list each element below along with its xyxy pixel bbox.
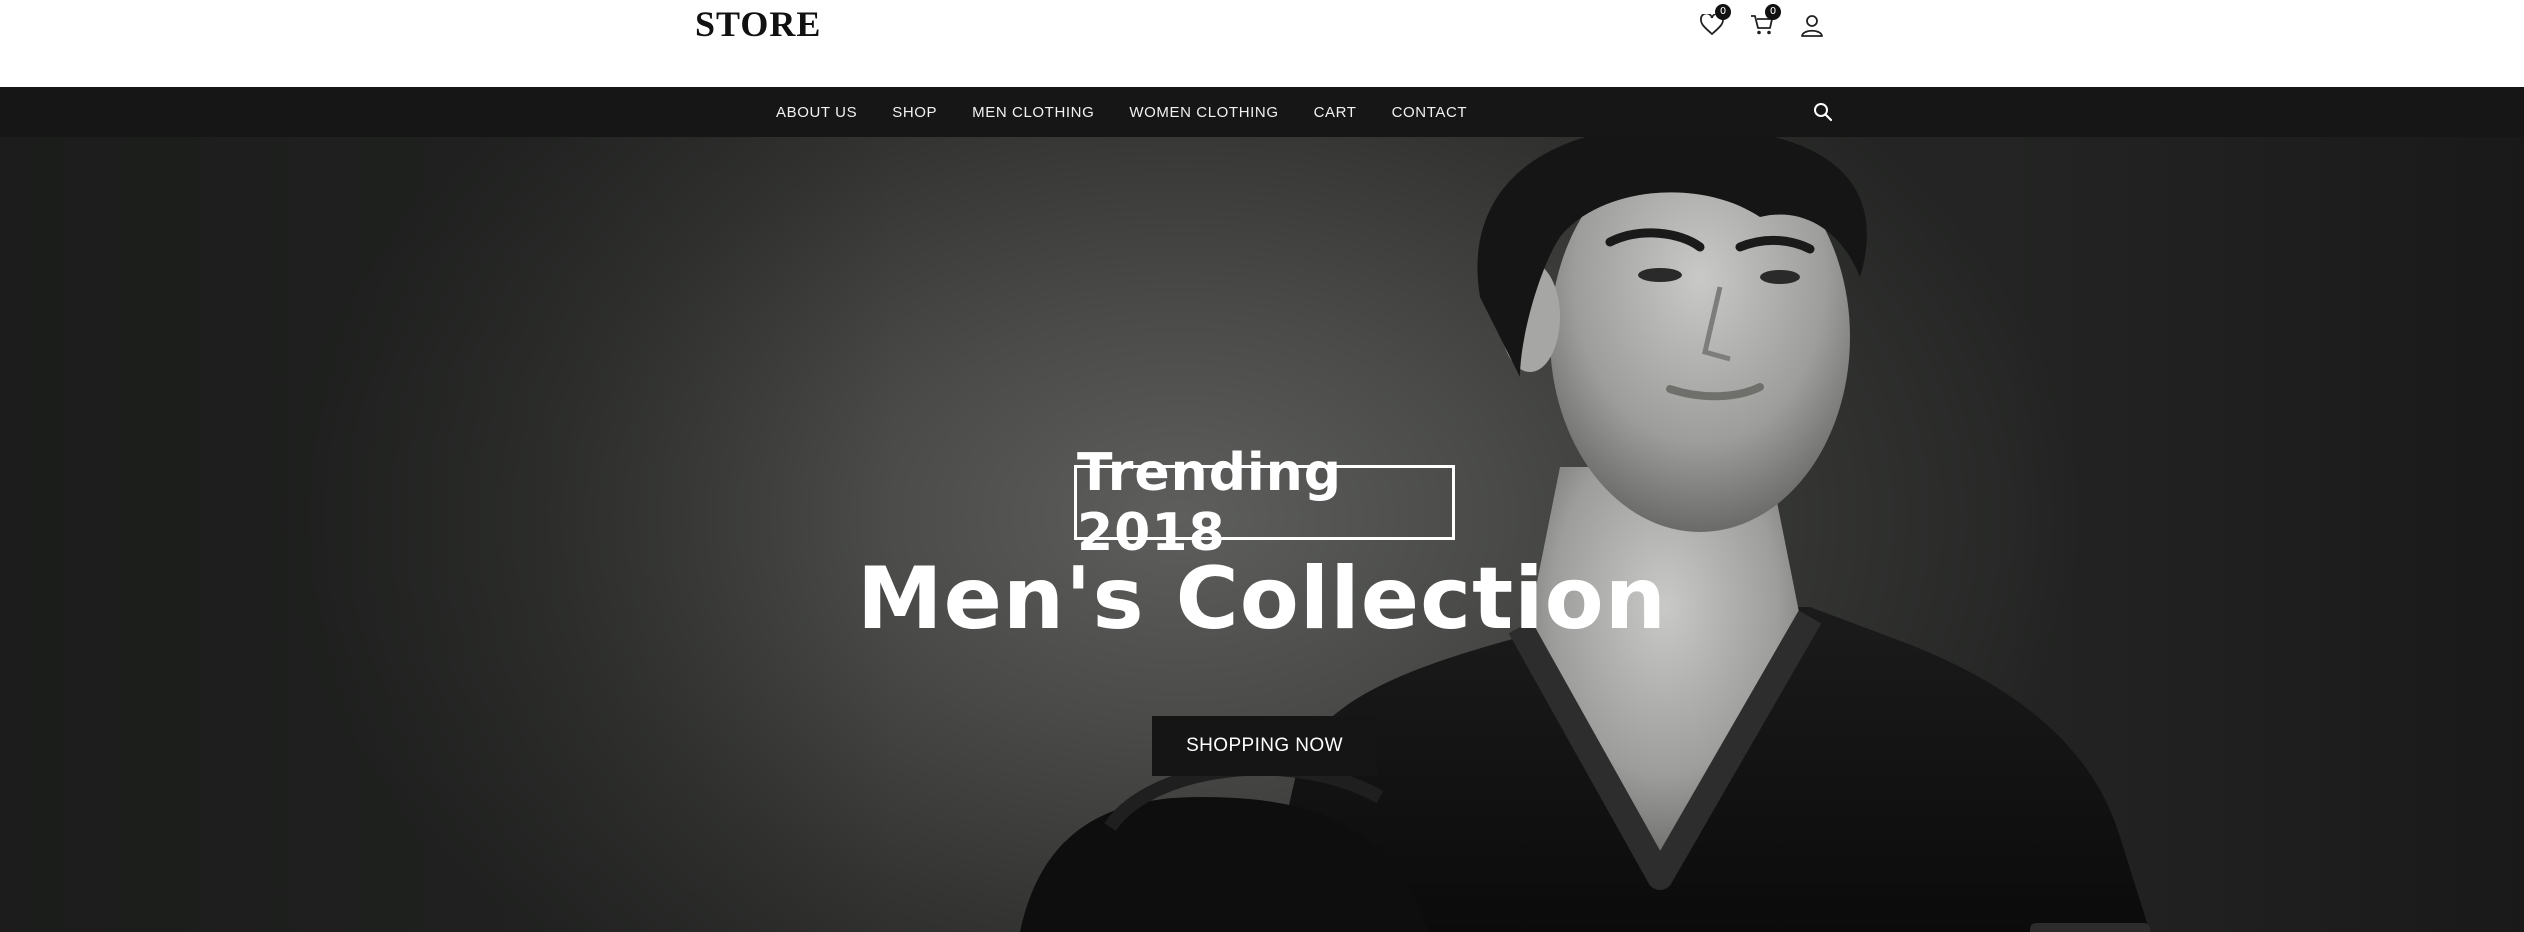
search-button[interactable] [1810, 99, 1836, 125]
wishlist-count-badge: 0 [1715, 4, 1731, 20]
hero-tag-text: Trending 2018 [1077, 442, 1342, 563]
store-logo[interactable]: STORE [695, 2, 821, 46]
nav-item-shop[interactable]: SHOP [892, 104, 937, 121]
site-header: STORE 0 0 [0, 0, 2524, 87]
shopping-now-button[interactable]: SHOPPING NOW [1152, 716, 1377, 776]
hero-tag: Trending 2018 [1074, 443, 1455, 563]
account-button[interactable] [1795, 8, 1829, 42]
nav-menu: ABOUT US SHOP MEN CLOTHING WOMEN CLOTHIN… [776, 87, 1502, 137]
cart-count-badge: 0 [1765, 4, 1781, 20]
nav-item-men-clothing[interactable]: MEN CLOTHING [972, 104, 1094, 121]
wishlist-button[interactable]: 0 [1695, 4, 1731, 42]
hero-banner: Trending 2018 Men's Collection SHOPPING … [0, 137, 2524, 932]
nav-item-contact[interactable]: CONTACT [1392, 104, 1468, 121]
main-navigation: ABOUT US SHOP MEN CLOTHING WOMEN CLOTHIN… [0, 87, 2524, 137]
nav-item-about-us[interactable]: ABOUT US [776, 104, 857, 121]
hero-headline: Men's Collection [857, 549, 1667, 649]
search-icon [1814, 103, 1833, 122]
nav-item-cart[interactable]: CART [1314, 104, 1357, 121]
nav-item-women-clothing[interactable]: WOMEN CLOTHING [1129, 104, 1278, 121]
back-to-top-tab[interactable] [2030, 923, 2150, 932]
user-icon [1801, 15, 1823, 37]
cart-button[interactable]: 0 [1745, 4, 1781, 42]
